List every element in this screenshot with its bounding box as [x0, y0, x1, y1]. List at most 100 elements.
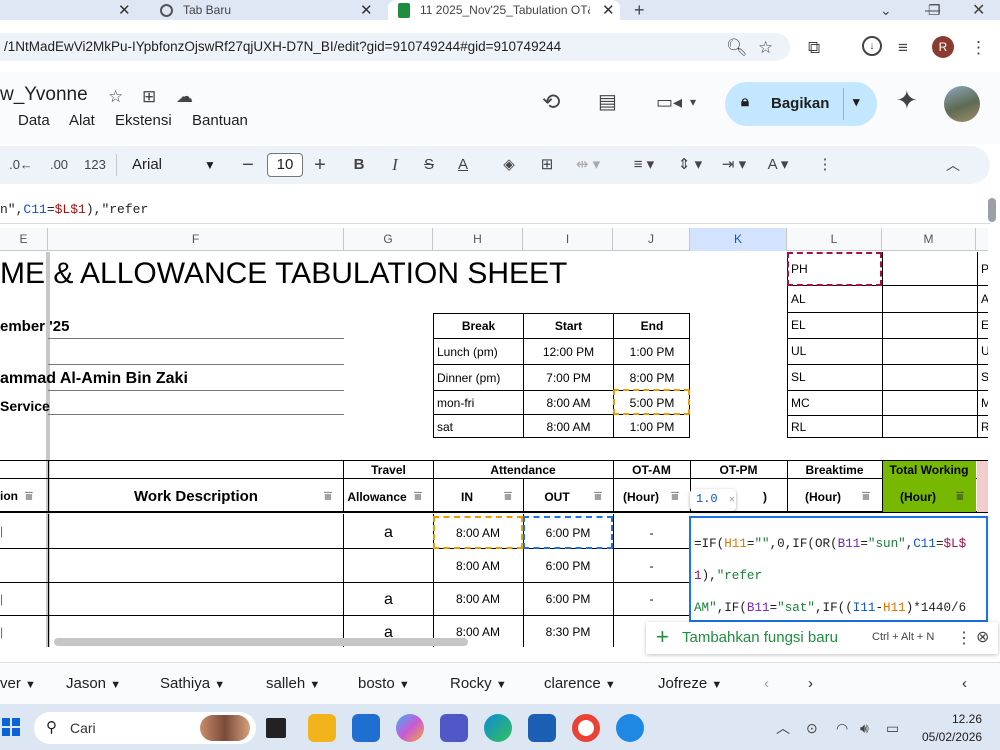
menu-data[interactable]: Data	[18, 112, 50, 129]
sheet-tab[interactable]: Jason ▼	[66, 675, 121, 692]
row-marker[interactable]: |	[0, 625, 3, 639]
ot-am-cell[interactable]: -	[613, 592, 690, 606]
col-header-h[interactable]: H	[433, 228, 523, 251]
filter-icon[interactable]: ⩸	[862, 488, 870, 504]
allowance-cell[interactable]: a	[344, 524, 433, 542]
sheet-tab[interactable]: ver ▼	[0, 675, 36, 692]
fill-color-icon[interactable]: ◈	[498, 146, 520, 184]
collapse-toolbar-icon[interactable]: ︿	[942, 146, 964, 184]
extensions-icon[interactable]: ⧉	[808, 38, 820, 58]
clock-time[interactable]: 12.26	[952, 712, 982, 726]
filter-icon[interactable]: ⩸	[414, 488, 422, 504]
document-title[interactable]: w_Yvonne	[0, 84, 88, 106]
col-header-e[interactable]: E	[0, 228, 48, 251]
chevron-up-icon[interactable]: ︿	[776, 718, 790, 738]
row-marker[interactable]: |	[0, 592, 3, 606]
strikethrough-button[interactable]: S	[418, 146, 440, 184]
edge-icon[interactable]	[484, 714, 512, 742]
clock-date[interactable]: 05/02/2026	[922, 730, 982, 744]
scroll-right-icon[interactable]: ›	[808, 675, 813, 692]
text-rotation-icon[interactable]: A ▾	[758, 146, 798, 184]
task-view-icon[interactable]	[266, 718, 286, 738]
ot-am-cell[interactable]: -	[613, 559, 690, 573]
meet-icon[interactable]: ▭◂	[656, 92, 682, 112]
chevron-left-icon[interactable]: ‹	[962, 675, 967, 692]
borders-icon[interactable]: ⊞	[536, 146, 558, 184]
sheet-tab[interactable]: bosto ▼	[358, 675, 410, 692]
history-icon[interactable]: ⟲	[542, 91, 560, 113]
chrome-icon[interactable]	[572, 714, 600, 742]
tab-close-icon[interactable]: ✕	[118, 0, 131, 20]
font-size-increase-button[interactable]: +	[308, 146, 332, 184]
zoom-icon[interactable]: 🔍︎	[726, 38, 748, 58]
tab-spreadsheet[interactable]: 11 2025_Nov'25_Tabulation OT& ✕	[388, 0, 620, 20]
col-header-g[interactable]: G	[344, 228, 433, 251]
bold-button[interactable]: B	[348, 146, 370, 184]
filter-icon[interactable]: ⩸	[324, 488, 332, 504]
user-avatar[interactable]	[944, 86, 980, 122]
windows-start-icon[interactable]	[2, 718, 20, 736]
sheet-tab[interactable]: Sathiya ▼	[160, 675, 225, 692]
text-color-button[interactable]: A	[452, 146, 474, 184]
vertical-align-icon[interactable]: ⇕ ▾	[670, 146, 710, 184]
formula-bar[interactable]: n",C11=$L$1),"refer	[0, 196, 990, 224]
italic-button[interactable]: I	[384, 146, 406, 184]
font-size-decrease-button[interactable]: −	[236, 146, 260, 184]
chevron-down-icon[interactable]: ▾	[853, 94, 860, 110]
allowance-cell[interactable]: a	[344, 591, 433, 609]
decrease-decimal-button[interactable]: .0←	[6, 146, 36, 184]
col-header-k[interactable]: K	[690, 228, 787, 251]
cloud-status-icon[interactable]: ☁	[176, 87, 193, 107]
gemini-sparkle-icon[interactable]: ✦	[896, 87, 918, 113]
col-header-i[interactable]: I	[523, 228, 613, 251]
sheet-tab[interactable]: clarence ▼	[544, 675, 616, 692]
scroll-left-icon[interactable]: ‹	[764, 675, 769, 692]
filter-icon[interactable]: ⩸	[956, 488, 964, 504]
in-cell[interactable]: 8:00 AM	[433, 592, 523, 606]
filter-icon[interactable]: ⩸	[504, 488, 512, 504]
file-explorer-icon[interactable]	[308, 714, 336, 742]
menu-ekstensi[interactable]: Ekstensi	[115, 112, 172, 129]
add-function-suggestion[interactable]: + Tambahkan fungsi baru Ctrl + Alt + N ⋮…	[646, 622, 998, 654]
out-cell[interactable]: 8:30 PM	[523, 625, 613, 639]
cell-formula-editor[interactable]: =IF(H11="",0,IF(OR(B11="sun",C11=$L$ 1),…	[689, 516, 988, 622]
filter-icon[interactable]: ⩸	[594, 488, 602, 504]
in-cell[interactable]: 8:00 AM	[433, 559, 523, 573]
out-cell[interactable]: 6:00 PM	[523, 559, 613, 573]
copilot-icon[interactable]	[396, 714, 424, 742]
ot-am-cell[interactable]: -	[613, 526, 690, 540]
sheet-tab[interactable]: salleh ▼	[266, 675, 320, 692]
download-icon[interactable]: ↓	[862, 36, 882, 56]
menu-alat[interactable]: Alat	[69, 112, 95, 129]
teams-icon[interactable]	[440, 714, 468, 742]
battery-icon[interactable]: ▭	[886, 718, 899, 738]
meet-dropdown-icon[interactable]: ▾	[690, 92, 696, 112]
window-close-icon[interactable]: ✕	[972, 0, 985, 20]
more-formats-button[interactable]: 123	[80, 146, 110, 184]
star-icon[interactable]: ☆	[108, 87, 123, 107]
close-icon[interactable]: ✕	[602, 1, 615, 19]
store-icon[interactable]	[352, 714, 380, 742]
comment-icon[interactable]: ▤	[598, 92, 617, 112]
horizontal-scrollbar[interactable]	[54, 638, 468, 646]
network-alert-icon[interactable]: ⊙	[806, 718, 818, 738]
in-cell[interactable]: 8:00 AM	[433, 625, 523, 639]
media-icon[interactable]: ≡	[898, 38, 908, 58]
tab-close-icon[interactable]: ✕	[360, 0, 373, 20]
more-vert-icon[interactable]: ⋮	[956, 628, 972, 648]
vertical-scrollbar[interactable]	[988, 198, 996, 222]
volume-icon[interactable]: 🔊︎	[860, 718, 869, 738]
row-marker[interactable]: |	[0, 524, 3, 538]
horizontal-align-icon[interactable]: ≡ ▾	[624, 146, 664, 184]
font-select[interactable]: Arial ▼	[132, 146, 222, 184]
bookmark-star-icon[interactable]: ☆	[758, 38, 773, 58]
col-header-j[interactable]: J	[613, 228, 690, 251]
app-c-icon[interactable]	[616, 714, 644, 742]
app-icon[interactable]	[528, 714, 556, 742]
move-folder-icon[interactable]: ⊞	[142, 87, 156, 107]
col-header-f[interactable]: F	[48, 228, 344, 251]
col-header-m[interactable]: M	[882, 228, 976, 251]
tab-new-tab[interactable]: Tab Baru	[160, 0, 231, 20]
taskbar-search[interactable]: ⚲ Cari	[34, 712, 256, 744]
filter-icon[interactable]: ⩸	[671, 488, 679, 504]
